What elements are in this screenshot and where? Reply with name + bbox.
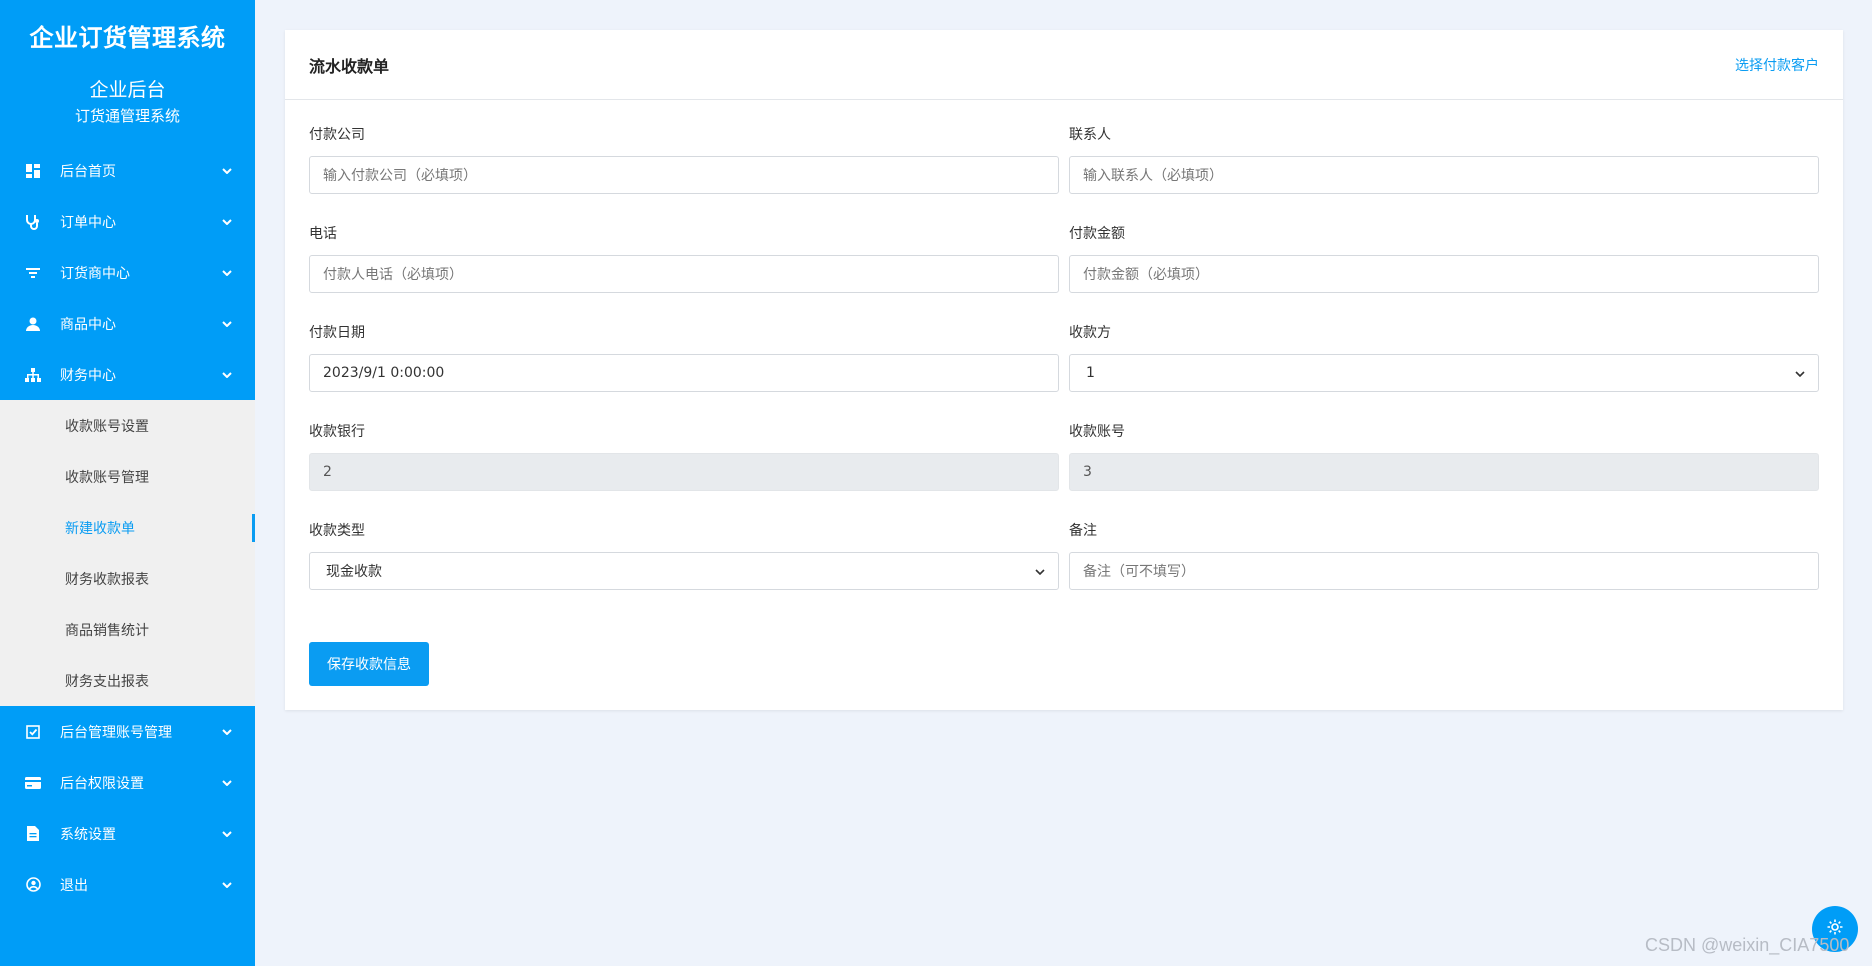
document-icon	[24, 825, 42, 843]
receiver-field: 收款方 1	[1069, 322, 1819, 392]
payer-company-field: 付款公司 输入付款公司（必填项）	[309, 124, 1059, 194]
type-selected-value: 现金收款	[326, 564, 382, 580]
sidebar: 企业订货管理系统 企业后台 订货通管理系统 后台首页 订单中心 订货商中心 商品…	[0, 0, 255, 966]
amount-field: 付款金额 付款金额（必填项）	[1069, 223, 1819, 293]
phone-label: 电话	[309, 226, 337, 242]
sidebar-item-label: 系统设置	[60, 826, 116, 843]
sidebar-item-label: 后台管理账号管理	[60, 724, 172, 741]
sidebar-item-label: 订货商中心	[60, 265, 130, 282]
remark-field: 备注 备注（可不填写）	[1069, 520, 1819, 590]
pay-date-label: 付款日期	[309, 325, 365, 341]
bank-field: 收款银行 2	[309, 421, 1059, 491]
submenu-item-account-management[interactable]: 收款账号管理	[0, 451, 255, 502]
chevron-down-icon	[221, 267, 233, 279]
receiver-label: 收款方	[1069, 325, 1111, 341]
pay-date-input[interactable]: 2023/9/1 0:00:00	[309, 354, 1059, 392]
chevron-down-icon	[221, 828, 233, 840]
watermark: CSDN @weixin_CIA7500	[1645, 935, 1850, 955]
chevron-down-icon	[1035, 563, 1045, 579]
sidebar-item-orders[interactable]: 订单中心	[0, 196, 255, 247]
chevron-down-icon	[221, 879, 233, 891]
sidebar-item-label: 订单中心	[60, 214, 116, 231]
chevron-down-icon	[1795, 365, 1805, 381]
sidebar-item-finance[interactable]: 财务中心	[0, 349, 255, 400]
sitemap-icon	[24, 366, 42, 384]
account-label: 收款账号	[1069, 424, 1125, 440]
sidebar-item-label: 后台权限设置	[60, 775, 144, 792]
chevron-down-icon	[221, 777, 233, 789]
pay-date-field: 付款日期 2023/9/1 0:00:00	[309, 322, 1059, 392]
checkbox-icon	[24, 723, 42, 741]
receiver-select[interactable]: 1	[1069, 354, 1819, 392]
user-circle-icon	[24, 876, 42, 894]
type-field: 收款类型 现金收款	[309, 520, 1059, 590]
app-title: 企业订货管理系统	[29, 23, 226, 52]
select-customer-link[interactable]: 选择付款客户	[1735, 55, 1819, 75]
contact-input[interactable]: 输入联系人（必填项）	[1069, 156, 1819, 194]
page-title: 流水收款单	[309, 56, 390, 76]
contact-label: 联系人	[1069, 127, 1111, 143]
sidebar-item-dashboard[interactable]: 后台首页	[0, 145, 255, 196]
submenu-item-sales-stats[interactable]: 商品销售统计	[0, 604, 255, 655]
sidebar-item-dealers[interactable]: 订货商中心	[0, 247, 255, 298]
user-icon	[24, 315, 42, 333]
payer-company-input[interactable]: 输入付款公司（必填项）	[309, 156, 1059, 194]
phone-field: 电话 付款人电话（必填项）	[309, 223, 1059, 293]
sidebar-item-label: 商品中心	[60, 316, 116, 333]
sidebar-item-label: 退出	[60, 877, 88, 894]
submenu-item-account-settings[interactable]: 收款账号设置	[0, 400, 255, 451]
sidebar-item-label: 后台首页	[60, 163, 116, 180]
receipt-form-card: 流水收款单 选择付款客户 付款公司 输入付款公司（必填项） 联系人 输入联系人（…	[285, 30, 1843, 710]
dashboard-icon	[24, 162, 42, 180]
card-header: 流水收款单 选择付款客户	[285, 30, 1843, 100]
sidebar-item-products[interactable]: 商品中心	[0, 298, 255, 349]
filter-icon	[24, 264, 42, 282]
bank-input: 2	[309, 453, 1059, 491]
submenu-item-receipt-report[interactable]: 财务收款报表	[0, 553, 255, 604]
chevron-down-icon	[221, 726, 233, 738]
account-input: 3	[1069, 453, 1819, 491]
chevron-down-icon	[221, 369, 233, 381]
card-icon	[24, 774, 42, 792]
sidebar-item-permissions[interactable]: 后台权限设置	[0, 757, 255, 808]
brand-subtitle: 企业后台 订货通管理系统	[0, 70, 255, 145]
amount-input[interactable]: 付款金额（必填项）	[1069, 255, 1819, 293]
remark-input[interactable]: 备注（可不填写）	[1069, 552, 1819, 590]
type-select[interactable]: 现金收款	[309, 552, 1059, 590]
remark-label: 备注	[1069, 523, 1097, 539]
submenu-item-expense-report[interactable]: 财务支出报表	[0, 655, 255, 706]
chevron-down-icon	[221, 318, 233, 330]
finance-submenu: 收款账号设置 收款账号管理 新建收款单 财务收款报表 商品销售统计 财务支出报表	[0, 400, 255, 706]
contact-field: 联系人 输入联系人（必填项）	[1069, 124, 1819, 194]
phone-input[interactable]: 付款人电话（必填项）	[309, 255, 1059, 293]
sidebar-item-admin-accounts[interactable]: 后台管理账号管理	[0, 706, 255, 757]
save-receipt-button[interactable]: 保存收款信息	[309, 642, 429, 686]
brand-subtitle-line2: 订货通管理系统	[74, 107, 180, 125]
submenu-item-new-receipt[interactable]: 新建收款单	[0, 502, 255, 553]
type-label: 收款类型	[309, 523, 365, 539]
chevron-down-icon	[221, 165, 233, 177]
payer-company-label: 付款公司	[309, 127, 365, 143]
account-field: 收款账号 3	[1069, 421, 1819, 491]
chevron-down-icon	[221, 216, 233, 228]
sidebar-item-logout[interactable]: 退出	[0, 859, 255, 910]
brand-subtitle-line1: 企业后台	[89, 79, 166, 101]
sidebar-item-label: 财务中心	[60, 367, 116, 384]
stethoscope-icon	[24, 213, 42, 231]
bank-label: 收款银行	[309, 424, 365, 440]
amount-label: 付款金额	[1069, 226, 1125, 242]
receiver-selected-value: 1	[1086, 365, 1095, 381]
sidebar-item-system-settings[interactable]: 系统设置	[0, 808, 255, 859]
